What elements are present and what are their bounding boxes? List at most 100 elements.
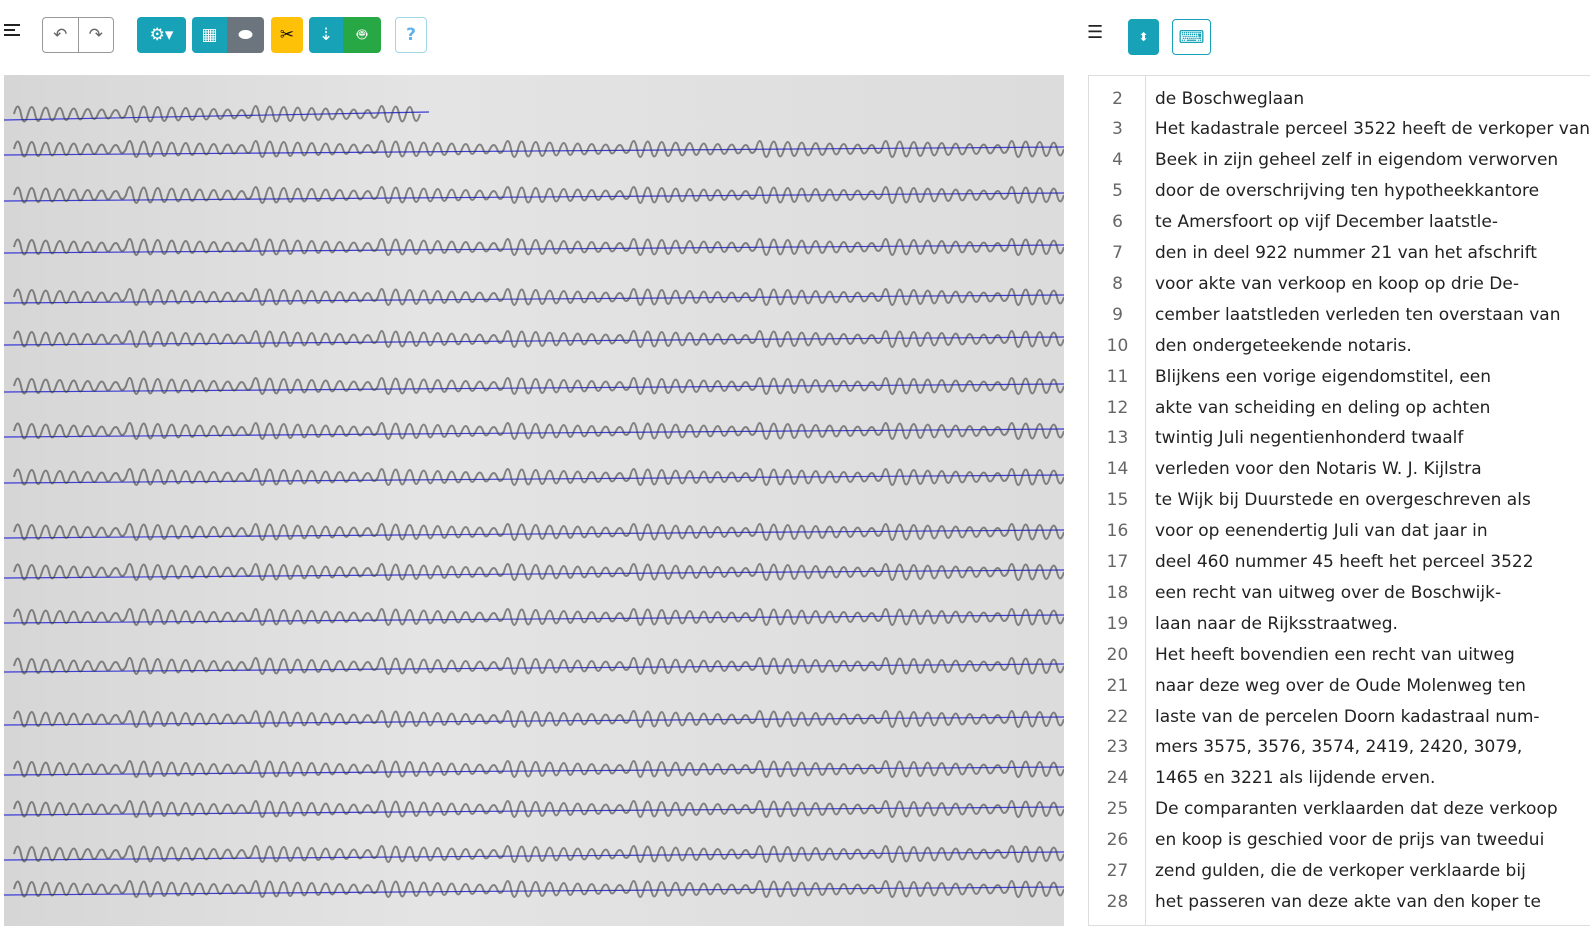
transcription-panel: 2 de Boschweglaan 3 Het kadastrale perceel … [1088, 75, 1590, 926]
transcription-line[interactable]: 27 zend gulden, die de verkoper verklaard… [1089, 856, 1590, 887]
transcription-line[interactable]: 21 naar deze weg over de Oude Molenweg te… [1089, 670, 1590, 701]
line-text[interactable]: zend gulden, die de verkoper verklaarde … [1146, 861, 1526, 881]
transcription-line[interactable]: 25 De comparanten verklaarden dat deze ve… [1089, 794, 1590, 825]
line-text[interactable]: cember laatstleden verleden ten overstaa… [1146, 305, 1561, 325]
transcription-line[interactable]: 2 de Boschweglaan [1089, 83, 1590, 114]
transcription-line[interactable]: 20 Het heeft bovendien een recht van uitw… [1089, 639, 1590, 670]
transcription-line[interactable]: 12 akte van scheiding en deling op achten [1089, 392, 1590, 423]
line-text[interactable]: door de overschrijving ten hypotheekkant… [1146, 181, 1539, 201]
line-number: 4 [1112, 150, 1123, 171]
line-text[interactable]: twintig Juli negentienhonderd twaalf [1146, 428, 1463, 448]
help-button[interactable]: ? [396, 18, 426, 52]
line-text[interactable]: en koop is geschied voor de prijs van tw… [1146, 830, 1544, 850]
line-text[interactable]: Blijkens een vorige eigendomstitel, een [1146, 367, 1491, 387]
line-text[interactable]: te Wijk bij Duurstede en overgeschreven … [1146, 490, 1531, 510]
line-text[interactable]: laste van de percelen Doorn kadastraal n… [1146, 707, 1540, 727]
transcription-line[interactable]: 26 en koop is geschied voor de prijs van … [1089, 825, 1590, 856]
handwriting-stroke [13, 563, 1064, 581]
help-group: ? [395, 17, 427, 53]
line-text[interactable]: De comparanten verklaarden dat deze verk… [1146, 799, 1558, 819]
transcription-line[interactable]: 17 deel 460 nummer 45 heeft het perceel 3… [1089, 547, 1590, 578]
sort-lines-button[interactable]: ⇣ [309, 17, 343, 53]
transcription-line[interactable]: 16 voor op eenendertig Juli van dat jaar … [1089, 516, 1590, 547]
line-text[interactable]: Beek in zijn geheel zelf in eigendom ver… [1146, 150, 1558, 170]
settings-group: ⚙▾ [137, 17, 186, 53]
transcription-line[interactable]: 19 laan naar de Rijksstraatweg. [1089, 608, 1590, 639]
transcription-line[interactable]: 5 door de overschrijving ten hypotheekkan… [1089, 176, 1590, 207]
handwriting-stroke [13, 880, 1064, 898]
transcription-line[interactable]: 15 te Wijk bij Duurstede en overgeschreve… [1089, 485, 1590, 516]
scissors-button[interactable]: ✂ [271, 17, 303, 53]
transcription-line[interactable]: 24 1465 en 3221 als lijdende erven. [1089, 763, 1590, 794]
line-number: 28 [1106, 891, 1129, 912]
line-number: 17 [1106, 552, 1129, 572]
document-image-viewer[interactable] [4, 75, 1064, 926]
line-number: 14 [1106, 459, 1129, 480]
transcription-line[interactable]: 4 Beek in zijn geheel zelf in eigendom ve… [1089, 145, 1590, 176]
transcription-line[interactable]: 22 laste van de percelen Doorn kadastraal… [1089, 701, 1590, 732]
line-number: 19 [1106, 613, 1129, 634]
line-number: 23 [1106, 737, 1129, 758]
undo-redo-group: ↶ ↷ [42, 17, 114, 53]
transcription-line[interactable]: 18 een recht van uitweg over de Boschwijk… [1089, 577, 1590, 608]
handwriting-stroke [13, 845, 1064, 863]
transcription-line[interactable]: 23 mers 3575, 3576, 3574, 2419, 2420, 307… [1089, 732, 1590, 763]
line-text[interactable]: deel 460 nummer 45 heeft het perceel 352… [1146, 552, 1534, 572]
keyboard-group: ⌨ [1172, 19, 1211, 55]
layout-grid-button[interactable]: ▦ [192, 17, 227, 53]
handwriting-stroke [13, 140, 1064, 158]
transcription-line[interactable]: 10 den ondergeteekende notaris. [1089, 330, 1590, 361]
line-text[interactable]: naar deze weg over de Oude Molenweg ten [1146, 676, 1526, 696]
line-number: 18 [1106, 582, 1129, 603]
line-number: 24 [1106, 768, 1129, 789]
transcription-line[interactable]: 13 twintig Juli negentienhonderd twaalf [1089, 423, 1590, 454]
line-text[interactable]: voor akte van verkoop en koop op drie De… [1146, 274, 1519, 294]
transcription-line[interactable]: 6 te Amersfoort op vijf December laatstle… [1089, 207, 1590, 238]
line-text[interactable]: de Boschweglaan [1146, 89, 1304, 109]
cut-group: ✂ [271, 17, 303, 53]
line-number: 11 [1106, 366, 1129, 387]
handwriting-stroke [13, 800, 1064, 818]
line-text[interactable]: Het heeft bovendien een recht van uitweg [1146, 645, 1515, 665]
robot-button[interactable]: 🤖︎ [343, 17, 381, 53]
line-text[interactable]: den in deel 922 nummer 21 van het afschr… [1146, 243, 1537, 263]
handwriting-stroke [13, 238, 1064, 256]
transcription-line[interactable]: 28 het passeren van deze akte van den kop… [1089, 886, 1590, 917]
line-text[interactable]: mers 3575, 3576, 3574, 2419, 2420, 3079, [1146, 737, 1522, 757]
line-text[interactable]: den ondergeteekende notaris. [1146, 336, 1412, 356]
transcription-line[interactable]: 3 Het kadastrale perceel 3522 heeft de ve… [1089, 114, 1590, 145]
view-group: ▦ ⬬ [192, 17, 264, 53]
line-text[interactable]: te Amersfoort op vijf December laatstle- [1146, 212, 1498, 232]
line-text[interactable]: akte van scheiding en deling op achten [1146, 398, 1490, 418]
handwriting-stroke [13, 422, 1064, 440]
transcription-line[interactable]: 9 cember laatstleden verleden ten oversta… [1089, 299, 1590, 330]
transcription-line[interactable]: 14 verleden voor den Notaris W. J. Kijlst… [1089, 454, 1590, 485]
transcription-line[interactable]: 7 den in deel 922 nummer 21 van het afsch… [1089, 238, 1590, 269]
settings-dropdown-button[interactable]: ⚙▾ [137, 17, 186, 53]
keyboard-button[interactable]: ⌨ [1173, 20, 1210, 54]
line-text[interactable]: het passeren van deze akte van den koper… [1146, 892, 1541, 912]
undo-button[interactable]: ↶ [43, 18, 79, 52]
line-numbers-toggle-icon[interactable]: ☰ [1087, 22, 1103, 43]
line-number: 13 [1106, 428, 1129, 449]
line-number: 3 [1112, 119, 1123, 140]
reorder-button[interactable]: ⬍ [1128, 19, 1159, 55]
line-text[interactable]: Het kadastrale perceel 3522 heeft de ver… [1146, 119, 1590, 139]
line-number: 25 [1106, 799, 1129, 820]
mask-toggle-button[interactable]: ⬬ [227, 17, 264, 53]
handwriting-stroke [13, 330, 1064, 348]
menu-icon[interactable] [4, 24, 20, 39]
line-text[interactable]: een recht van uitweg over de Boschwijk- [1146, 583, 1501, 603]
line-text[interactable]: 1465 en 3221 als lijdende erven. [1146, 768, 1435, 788]
line-number: 12 [1106, 397, 1129, 418]
line-number: 21 [1106, 675, 1129, 696]
transcription-line[interactable]: 11 Blijkens een vorige eigendomstitel, ee… [1089, 361, 1590, 392]
handwriting-stroke [13, 657, 1064, 675]
tools-group: ⇣ 🤖︎ [309, 17, 381, 53]
redo-button[interactable]: ↷ [79, 18, 114, 52]
line-text[interactable]: laan naar de Rijksstraatweg. [1146, 614, 1398, 634]
line-text[interactable]: verleden voor den Notaris W. J. Kijlstra [1146, 459, 1482, 479]
transcription-line[interactable]: 8 voor akte van verkoop en koop op drie D… [1089, 268, 1590, 299]
line-text[interactable]: voor op eenendertig Juli van dat jaar in [1146, 521, 1488, 541]
line-number: 2 [1112, 88, 1123, 109]
